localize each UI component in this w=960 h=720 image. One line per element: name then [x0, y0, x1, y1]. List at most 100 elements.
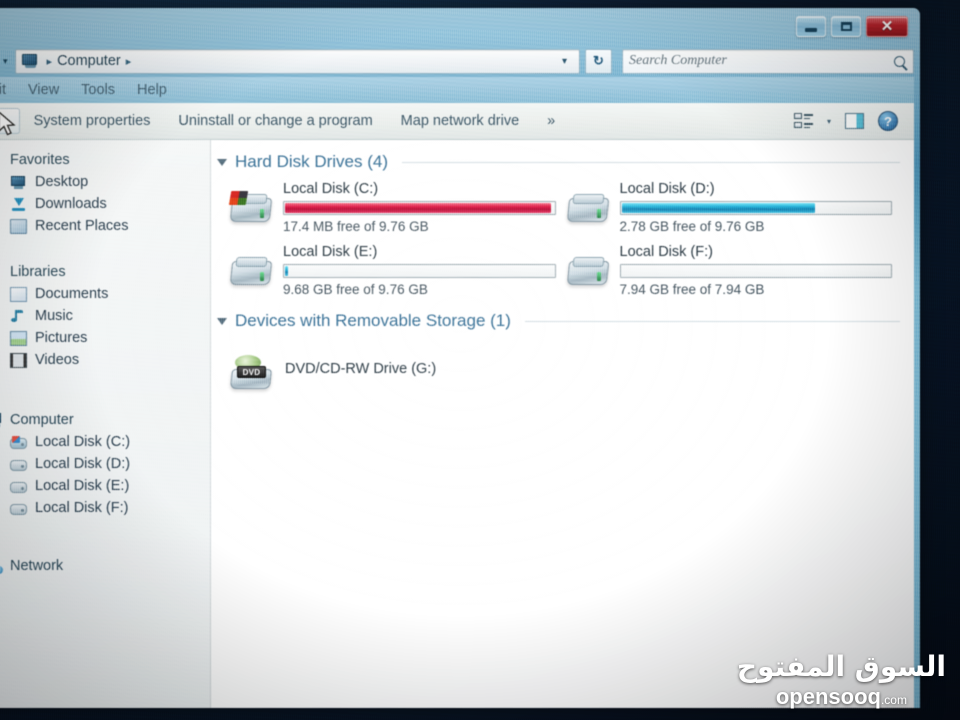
menu-view[interactable]: View — [17, 82, 70, 98]
breadcrumb-separator-2[interactable]: ▸ — [121, 55, 137, 68]
menu-edit[interactable]: Edit — [0, 82, 17, 98]
nav-header-computer[interactable]: Computer — [0, 409, 210, 431]
drive-name: Local Disk (F:) — [619, 244, 713, 260]
drive-icon — [10, 460, 27, 471]
sidebar-item-downloads[interactable]: Downloads — [0, 193, 210, 215]
group-header-removable-storage[interactable]: Devices with Removable Storage (1) — [211, 311, 914, 331]
address-dropdown-icon[interactable]: ▾ — [554, 56, 575, 67]
navigation-pane: Favorites Desktop Downloads Recent Place… — [0, 140, 211, 708]
uninstall-change-program-button[interactable]: Uninstall or change a program — [164, 108, 386, 134]
drive-tile-c[interactable]: Local Disk (C:) 17.4 MB free of 9.76 GB — [228, 180, 556, 234]
search-box[interactable]: Search Computer — [622, 48, 914, 74]
device-tile-dvd[interactable]: DVD DVD/CD-RW Drive (G:) — [211, 339, 914, 393]
map-network-drive-button[interactable]: Map network drive — [387, 108, 533, 134]
sidebar-item-local-disk-e[interactable]: Local Disk (E:) — [0, 475, 210, 497]
documents-icon — [10, 286, 27, 302]
sidebar-item-music[interactable]: Music — [0, 305, 210, 327]
preview-pane-icon[interactable] — [845, 113, 864, 129]
dvd-drive-icon: DVD — [229, 355, 273, 393]
collapse-triangle-icon[interactable] — [217, 158, 227, 166]
content-pane: Hard Disk Drives (4) Local Disk (C:) 17.… — [211, 140, 914, 708]
capacity-bar — [619, 201, 892, 215]
drive-icon — [10, 504, 27, 515]
opensooq-watermark: السوق المفتوح opensooq.com — [737, 653, 946, 708]
refresh-button[interactable]: ↻ — [585, 48, 612, 74]
sidebar-item-pictures[interactable]: Pictures — [0, 327, 210, 349]
group-title: Devices with Removable Storage (1) — [235, 311, 511, 330]
drive-free-space: 2.78 GB free of 9.76 GB — [619, 219, 765, 234]
drive-free-space: 17.4 MB free of 9.76 GB — [283, 219, 429, 234]
nav-header-network[interactable]: Network — [0, 555, 210, 577]
capacity-bar — [283, 201, 556, 215]
group-header-hard-disk-drives[interactable]: Hard Disk Drives (4) — [211, 152, 914, 172]
minimize-button[interactable] — [796, 16, 826, 37]
sidebar-item-videos[interactable]: Videos — [0, 349, 210, 371]
menu-help[interactable]: Help — [126, 82, 178, 98]
search-icon — [894, 55, 905, 67]
sidebar-item-documents[interactable]: Documents — [0, 283, 210, 305]
drive-tile-e[interactable]: Local Disk (E:) 9.68 GB free of 9.76 GB — [229, 243, 556, 297]
sidebar-item-local-disk-f[interactable]: Local Disk (F:) — [0, 497, 210, 519]
sidebar-item-label: Pictures — [35, 330, 88, 346]
sidebar-item-label: Local Disk (D:) — [35, 456, 131, 472]
computer-icon — [0, 412, 3, 428]
dvd-badge: DVD — [237, 366, 266, 378]
hard-drive-icon — [566, 253, 610, 291]
group-divider — [524, 320, 900, 322]
nav-group-computer: Computer Local Disk (C:) Local Disk (D:) — [0, 409, 210, 519]
sidebar-item-local-disk-d[interactable]: Local Disk (D:) — [0, 453, 210, 475]
search-input-placeholder[interactable]: Search Computer — [629, 53, 894, 69]
watermark-arabic-text: السوق المفتوح — [736, 650, 946, 683]
close-button[interactable]: ✕ — [866, 16, 908, 37]
nav-group-network: Network — [0, 555, 210, 577]
history-dropdown-icon[interactable]: ▾ — [3, 56, 8, 67]
refresh-icon: ↻ — [593, 53, 604, 68]
collapse-triangle-icon[interactable] — [217, 317, 227, 325]
sidebar-item-label: Recent Places — [35, 218, 129, 234]
capacity-bar-fill — [285, 203, 551, 213]
drive-icon — [10, 482, 27, 493]
mouse-cursor — [0, 112, 16, 136]
nav-header-label: Favorites — [10, 152, 70, 168]
toolbar-overflow-button[interactable]: » — [533, 108, 569, 134]
change-view-icon[interactable] — [793, 113, 813, 129]
view-chevron-down-icon[interactable]: ▾ — [827, 117, 831, 126]
breadcrumb-separator-1: ▸ — [46, 55, 53, 68]
system-hard-drive-icon — [228, 190, 273, 228]
address-bar[interactable]: ▸ Computer ▸ ▾ — [14, 48, 580, 74]
system-drive-icon — [10, 436, 27, 449]
nav-header-label: Network — [10, 558, 64, 574]
sidebar-item-label: Desktop — [35, 174, 89, 190]
downloads-icon — [10, 197, 27, 212]
videos-icon — [10, 352, 27, 368]
capacity-bar-fill — [285, 266, 289, 276]
minimize-icon — [805, 27, 817, 32]
hard-disk-drives-grid: Local Disk (C:) 17.4 MB free of 9.76 GB — [211, 180, 914, 297]
maximize-button[interactable] — [831, 16, 861, 37]
photographed-screen: ✕ ▾ ▸ Computer ▸ ▾ ↻ Search Computer it … — [0, 0, 960, 720]
breadcrumb-computer[interactable]: Computer — [57, 53, 121, 69]
capacity-bar — [619, 264, 892, 278]
help-icon[interactable]: ? — [878, 111, 898, 131]
capacity-bar — [283, 264, 556, 278]
nav-header-libraries[interactable]: Libraries — [0, 261, 210, 283]
drive-name: Local Disk (C:) — [283, 181, 379, 197]
menu-bar: Edit View Tools Help — [0, 77, 914, 103]
sidebar-item-label: Documents — [35, 286, 109, 302]
sidebar-item-label: Local Disk (C:) — [35, 434, 131, 450]
drive-free-space: 9.68 GB free of 9.76 GB — [283, 282, 428, 297]
network-icon — [0, 559, 3, 574]
drive-tile-f[interactable]: Local Disk (F:) 7.94 GB free of 7.94 GB — [566, 243, 892, 297]
address-row: ▾ ▸ Computer ▸ ▾ ↻ Search Computer — [0, 45, 914, 77]
title-bar: ✕ — [0, 11, 914, 45]
pictures-icon — [10, 330, 27, 346]
device-name: DVD/CD-RW Drive (G:) — [285, 361, 437, 377]
drive-tile-d[interactable]: Local Disk (D:) 2.78 GB free of 9.76 GB — [566, 180, 892, 234]
sidebar-item-local-disk-c[interactable]: Local Disk (C:) — [0, 431, 210, 453]
drive-free-space: 7.94 GB free of 7.94 GB — [619, 282, 765, 297]
system-properties-button[interactable]: System properties — [20, 108, 165, 134]
nav-header-favorites[interactable]: Favorites — [0, 149, 210, 171]
menu-tools[interactable]: Tools — [70, 82, 126, 98]
sidebar-item-desktop[interactable]: Desktop — [0, 171, 210, 193]
sidebar-item-recent-places[interactable]: Recent Places — [0, 215, 210, 237]
